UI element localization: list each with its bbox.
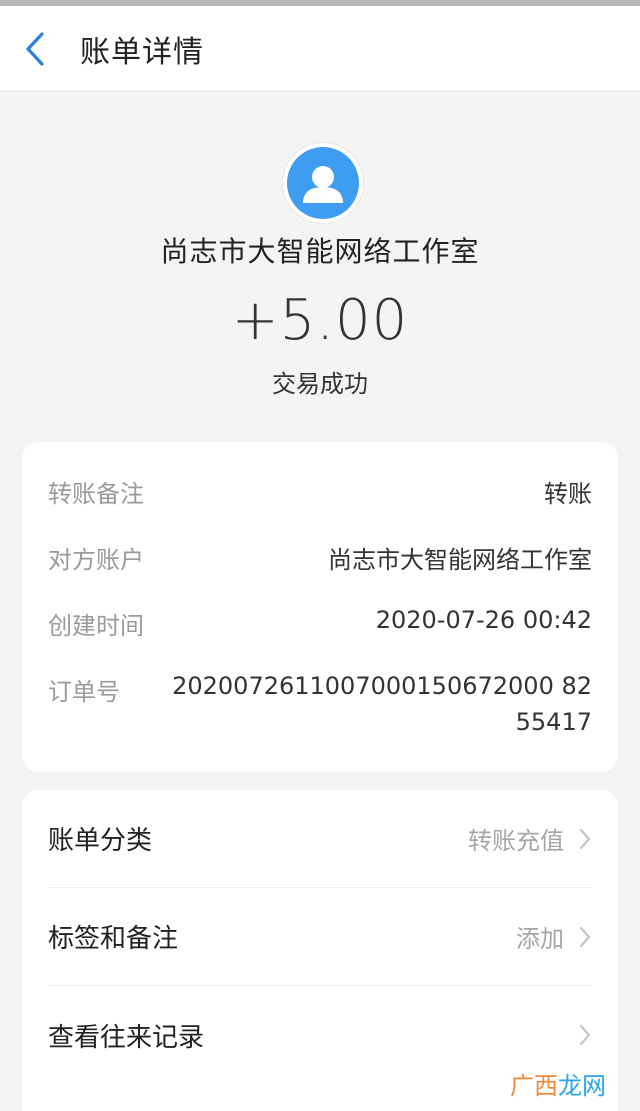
action-label: 查看往来记录 xyxy=(48,1022,205,1053)
action-label: 标签和备注 xyxy=(48,924,179,954)
action-hint: 转账充值 xyxy=(468,827,564,855)
page-title: 账单详情 xyxy=(80,34,204,70)
detail-row-note: 转账备注 转账 xyxy=(48,474,592,540)
detail-value: 2020-07-26 00:42 xyxy=(375,606,592,634)
detail-value: 转账 xyxy=(544,480,592,508)
detail-label: 对方账户 xyxy=(48,546,144,574)
chevron-right-icon xyxy=(579,1024,591,1046)
nav-bar: 账单详情 xyxy=(0,6,640,92)
watermark-part: 广西 xyxy=(510,1072,558,1100)
detail-label: 创建时间 xyxy=(48,612,144,640)
amount: +5.00 xyxy=(231,288,409,353)
watermark-part: 龙网 xyxy=(558,1072,606,1100)
merchant-name: 尚志市大智能网络工作室 xyxy=(160,235,480,268)
avatar xyxy=(283,143,363,223)
tags-notes-row[interactable]: 标签和备注 添加 xyxy=(48,888,592,986)
back-button[interactable] xyxy=(0,6,78,92)
detail-row-account: 对方账户 尚志市大智能网络工作室 xyxy=(48,540,592,606)
chevron-right-icon xyxy=(579,828,591,849)
transaction-status: 交易成功 xyxy=(272,370,368,398)
bill-category-row[interactable]: 账单分类 转账充值 xyxy=(48,790,592,888)
detail-label: 转账备注 xyxy=(48,480,144,508)
detail-card: 转账备注 转账 对方账户 尚志市大智能网络工作室 创建时间 2020-07-26… xyxy=(22,442,618,772)
transaction-summary: 尚志市大智能网络工作室 +5.00 交易成功 xyxy=(0,92,640,442)
detail-row-order: 订单号 2020072611007000150672000 8255417 xyxy=(48,672,592,740)
detail-label: 订单号 xyxy=(48,678,120,706)
detail-row-time: 创建时间 2020-07-26 00:42 xyxy=(48,606,592,672)
watermark: 广西龙网 xyxy=(510,1066,606,1101)
actions-card: 账单分类 转账充值 标签和备注 添加 查看往来记录 xyxy=(22,790,618,1111)
chevron-right-icon xyxy=(579,926,591,947)
user-icon xyxy=(303,166,343,203)
chevron-left-icon xyxy=(26,31,44,66)
action-label: 账单分类 xyxy=(48,826,153,856)
detail-value: 尚志市大智能网络工作室 xyxy=(328,546,592,574)
action-hint: 添加 xyxy=(516,925,564,953)
order-number: 2020072611007000150672000 8255417 xyxy=(172,672,592,736)
